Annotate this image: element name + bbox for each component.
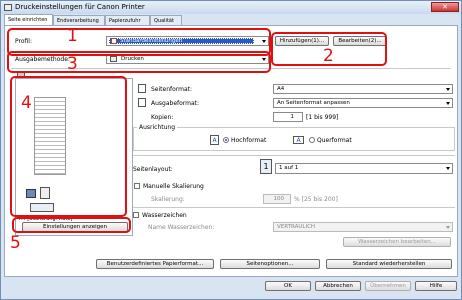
separator bbox=[133, 155, 455, 156]
page-size-label: Seitenformat: bbox=[151, 86, 193, 93]
printer-icon bbox=[4, 4, 12, 11]
page-layout-icon: 1 bbox=[260, 159, 272, 174]
copies-stepper[interactable]: 1 bbox=[273, 112, 303, 122]
manual-scaling-checkbox[interactable] bbox=[134, 183, 140, 189]
copies-value: 1 bbox=[290, 114, 295, 120]
output-size-select[interactable]: An Seitenformat anpassen bbox=[273, 98, 453, 108]
landscape-radio[interactable] bbox=[309, 137, 315, 143]
custom-paper-size-button[interactable]: Benutzerdefiniertes Papierformat... bbox=[96, 259, 214, 269]
page-size-value: A4 bbox=[277, 86, 285, 92]
ok-button[interactable]: OK bbox=[265, 281, 311, 291]
annotation-box-3 bbox=[7, 51, 271, 73]
scaling-input[interactable]: 100 bbox=[263, 194, 291, 204]
copies-label: Kopien: bbox=[151, 114, 174, 121]
print-settings-window: Druckeinstellungen für Canon Printer ✕ S… bbox=[0, 0, 462, 300]
tab-page-setup[interactable]: Seite einrichten bbox=[4, 14, 53, 25]
scaling-label: Skalierung: bbox=[151, 196, 185, 203]
output-size-icon bbox=[138, 98, 146, 107]
output-size-value: An Seitenformat anpassen bbox=[277, 100, 350, 106]
page-layout-label: Seitenlayout: bbox=[133, 166, 173, 173]
annotation-label-2: 2 bbox=[323, 46, 334, 66]
separator bbox=[133, 207, 455, 208]
page-size-icon bbox=[138, 84, 146, 93]
portrait-icon: A bbox=[210, 135, 219, 145]
edit-watermark-button[interactable]: Wasserzeichen bearbeiten... bbox=[343, 237, 451, 247]
annotation-label-4: 4 bbox=[21, 93, 32, 113]
watermark-name-label: Name Wasserzeichen: bbox=[148, 224, 215, 231]
output-size-label: Ausgabeformat: bbox=[151, 100, 200, 107]
help-button[interactable]: Hilfe bbox=[415, 281, 457, 291]
close-button[interactable]: ✕ bbox=[431, 2, 459, 12]
annotation-label-5: 5 bbox=[10, 233, 21, 253]
chevron-down-icon bbox=[446, 167, 450, 170]
page-options-button[interactable]: Seitenoptionen... bbox=[220, 259, 320, 269]
cancel-button[interactable]: Abbrechen bbox=[315, 281, 361, 291]
tab-finishing[interactable]: Endverarbeitung bbox=[53, 15, 105, 25]
portrait-radio[interactable] bbox=[223, 137, 229, 143]
watermark-select[interactable]: VERTRAULICH bbox=[273, 222, 453, 232]
annotation-label-1: 1 bbox=[67, 26, 78, 46]
title-bar: Druckeinstellungen für Canon Printer ✕ bbox=[1, 1, 461, 14]
scaling-range: % [25 bis 200] bbox=[294, 196, 338, 203]
watermark-checkbox[interactable] bbox=[133, 212, 139, 218]
landscape-label: Querformat bbox=[317, 137, 352, 144]
page-size-select[interactable]: A4 bbox=[273, 84, 453, 94]
tab-paper-source[interactable]: Papierzufuhr bbox=[105, 15, 150, 25]
tab-quality[interactable]: Qualität bbox=[150, 15, 182, 25]
restore-defaults-button[interactable]: Standard wiederherstellen bbox=[326, 259, 452, 269]
annotation-box-5 bbox=[12, 217, 131, 233]
annotation-label-3: 3 bbox=[67, 54, 78, 74]
apply-button[interactable]: Übernehmen bbox=[365, 281, 411, 291]
copies-range: [1 bis 999] bbox=[306, 114, 339, 121]
scaling-value: 100 bbox=[273, 196, 285, 202]
manual-scaling-label: Manuelle Skalierung bbox=[143, 183, 204, 190]
watermark-value: VERTRAULICH bbox=[277, 224, 316, 230]
window-title: Druckeinstellungen für Canon Printer bbox=[15, 3, 145, 11]
orientation-label: Ausrichtung bbox=[137, 124, 178, 131]
page-layout-select[interactable]: 1 auf 1 bbox=[275, 163, 453, 174]
chevron-down-icon bbox=[446, 102, 450, 105]
page-layout-value: 1 auf 1 bbox=[279, 165, 299, 171]
close-icon: ✕ bbox=[442, 3, 448, 11]
chevron-down-icon bbox=[446, 88, 450, 91]
portrait-label: Hochformat bbox=[231, 137, 267, 144]
chevron-down-icon bbox=[446, 226, 450, 229]
watermark-label: Wasserzeichen bbox=[142, 212, 187, 219]
landscape-icon: A bbox=[293, 136, 304, 144]
